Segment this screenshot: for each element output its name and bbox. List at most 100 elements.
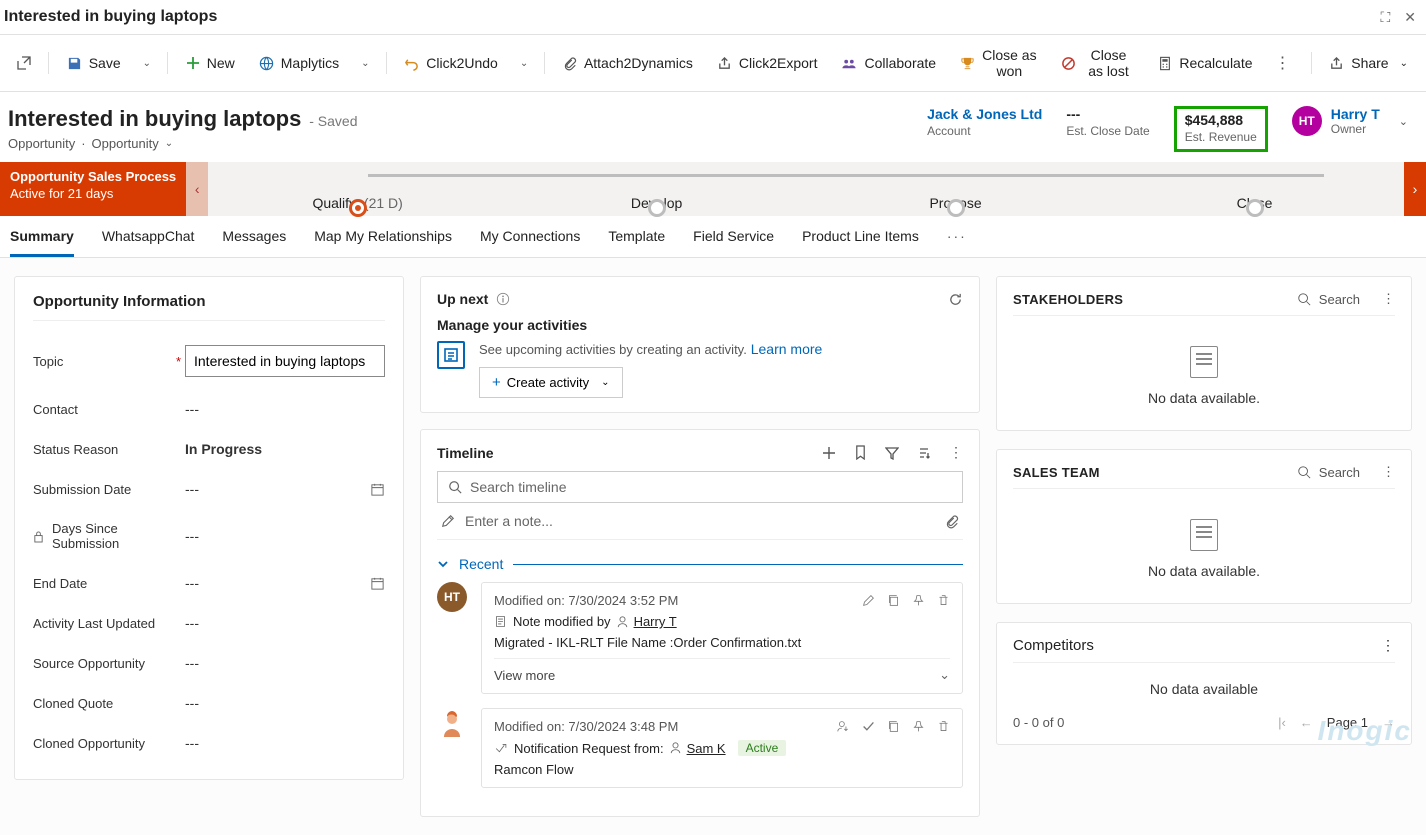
click2undo-dropdown[interactable]: ⌄ [512, 52, 536, 75]
empty-message: No data available. [1013, 390, 1395, 406]
create-activity-button[interactable]: + Create activity ⌄ [479, 367, 623, 398]
popout-icon[interactable]: ⛶ [1380, 9, 1390, 26]
info-icon[interactable] [496, 292, 510, 306]
cloned-opportunity-value[interactable]: --- [185, 735, 385, 751]
status-value[interactable]: In Progress [185, 441, 385, 457]
close-icon[interactable]: ✕ [1404, 9, 1416, 26]
save-dropdown[interactable]: ⌄ [135, 52, 159, 75]
owner-link[interactable]: Harry T [1331, 106, 1380, 122]
timeline-avatar[interactable] [437, 708, 467, 738]
overflow-menu[interactable]: ⋮ [1267, 47, 1299, 79]
collapse-icon[interactable] [437, 558, 449, 570]
prev-page-icon[interactable]: ← [1300, 715, 1313, 730]
stage-close[interactable]: Close [1105, 195, 1404, 211]
lock-icon [33, 521, 44, 551]
save-button[interactable]: Save [57, 49, 131, 77]
learn-more-link[interactable]: Learn more [751, 341, 823, 357]
refresh-icon[interactable] [948, 292, 963, 307]
pencil-icon[interactable] [441, 514, 455, 528]
activity-updated-label: Activity Last Updated [33, 616, 173, 631]
tab-field-service[interactable]: Field Service [693, 228, 774, 257]
competitors-title: Competitors [1013, 637, 1094, 654]
pin-icon[interactable] [912, 719, 925, 734]
filter-icon[interactable] [885, 444, 899, 461]
more-icon[interactable]: ⋮ [1382, 464, 1395, 480]
timeline-user-link[interactable]: Sam K [687, 741, 726, 756]
calendar-icon[interactable] [370, 576, 385, 591]
process-badge[interactable]: Opportunity Sales Process Active for 21 … [0, 162, 186, 216]
timeline-item: Modified on: 7/30/2024 3:48 PM Notificat… [437, 708, 963, 788]
more-icon[interactable]: ⋮ [949, 444, 963, 461]
topic-input[interactable] [185, 345, 385, 377]
tab-messages[interactable]: Messages [222, 228, 286, 257]
back-popout-icon[interactable] [8, 49, 40, 77]
competitors-card: Competitors ⋮ No data available 0 - 0 of… [996, 622, 1412, 745]
attach-icon[interactable] [945, 514, 959, 529]
timeline-user-link[interactable]: Harry T [634, 614, 677, 629]
tab-product-line-items[interactable]: Product Line Items [802, 228, 919, 257]
note-input[interactable]: Enter a note... [465, 513, 553, 529]
share-button[interactable]: Share ⌄ [1319, 49, 1418, 77]
cloned-quote-value[interactable]: --- [185, 695, 385, 711]
bookmark-icon[interactable] [854, 444, 867, 461]
new-button[interactable]: New [176, 49, 245, 77]
delete-icon[interactable] [937, 719, 950, 734]
tab-overflow[interactable]: ··· [947, 228, 967, 257]
stage-propose[interactable]: Propose [806, 195, 1105, 211]
collaborate-button[interactable]: Collaborate [831, 49, 946, 77]
edit-icon[interactable] [862, 593, 875, 608]
timeline-avatar[interactable]: HT [437, 582, 467, 612]
view-more-button[interactable]: View more [494, 668, 555, 683]
check-icon[interactable] [862, 719, 875, 734]
chevron-down-icon[interactable]: ⌄ [165, 138, 173, 149]
more-icon[interactable]: ⋮ [1382, 291, 1395, 307]
tab-summary[interactable]: Summary [10, 228, 74, 257]
tab-template[interactable]: Template [608, 228, 665, 257]
tab-my-connections[interactable]: My Connections [480, 228, 580, 257]
maplytics-button[interactable]: Maplytics [249, 49, 349, 77]
process-next[interactable]: › [1404, 162, 1426, 216]
end-date-value[interactable]: --- [185, 575, 358, 591]
delete-icon[interactable] [937, 593, 950, 608]
tab-whatsappchat[interactable]: WhatsappChat [102, 228, 195, 257]
timeline-search[interactable]: Search timeline [437, 471, 963, 503]
chevron-down-icon[interactable]: ⌄ [939, 667, 950, 683]
search-label[interactable]: Search [1319, 292, 1360, 307]
pin-icon[interactable] [912, 593, 925, 608]
contact-value[interactable]: --- [185, 401, 385, 417]
activity-updated-value[interactable]: --- [185, 615, 385, 631]
close-won-button[interactable]: Close as won [950, 41, 1047, 85]
close-lost-button[interactable]: Close as lost [1051, 41, 1145, 85]
next-page-icon[interactable]: → [1382, 715, 1395, 730]
click2undo-button[interactable]: Click2Undo [394, 49, 508, 77]
sort-icon[interactable] [917, 444, 931, 461]
search-icon[interactable] [1297, 292, 1311, 306]
more-icon[interactable]: ⋮ [1381, 637, 1395, 654]
form-selector[interactable]: Opportunity [92, 136, 159, 151]
source-opportunity-value[interactable]: --- [185, 655, 385, 671]
recalculate-button[interactable]: Recalculate [1148, 49, 1262, 77]
close-won-label: Close as won [982, 47, 1037, 79]
process-prev[interactable]: ‹ [186, 162, 208, 216]
tab-map-relationships[interactable]: Map My Relationships [314, 228, 452, 257]
section-title: Opportunity Information [33, 293, 385, 321]
assign-icon[interactable] [837, 719, 850, 734]
stage-qualify[interactable]: Qualify (21 D) [208, 195, 507, 211]
copy-icon[interactable] [887, 593, 900, 608]
account-link[interactable]: Jack & Jones Ltd [927, 106, 1042, 122]
owner-avatar[interactable]: HT [1292, 106, 1322, 136]
search-icon[interactable] [1297, 465, 1311, 479]
add-icon[interactable] [822, 444, 836, 461]
stage-develop[interactable]: Develop [507, 195, 806, 211]
attach-label: Attach2Dynamics [584, 55, 693, 71]
source-opportunity-label: Source Opportunity [33, 656, 173, 671]
search-label[interactable]: Search [1319, 465, 1360, 480]
maplytics-dropdown[interactable]: ⌄ [353, 52, 377, 75]
click2export-button[interactable]: Click2Export [707, 49, 828, 77]
chevron-down-icon[interactable]: ⌄ [1399, 115, 1408, 128]
copy-icon[interactable] [887, 719, 900, 734]
submission-date-value[interactable]: --- [185, 481, 358, 497]
first-page-icon[interactable]: |‹ [1278, 715, 1286, 730]
calendar-icon[interactable] [370, 482, 385, 497]
attach-button[interactable]: Attach2Dynamics [553, 49, 703, 77]
